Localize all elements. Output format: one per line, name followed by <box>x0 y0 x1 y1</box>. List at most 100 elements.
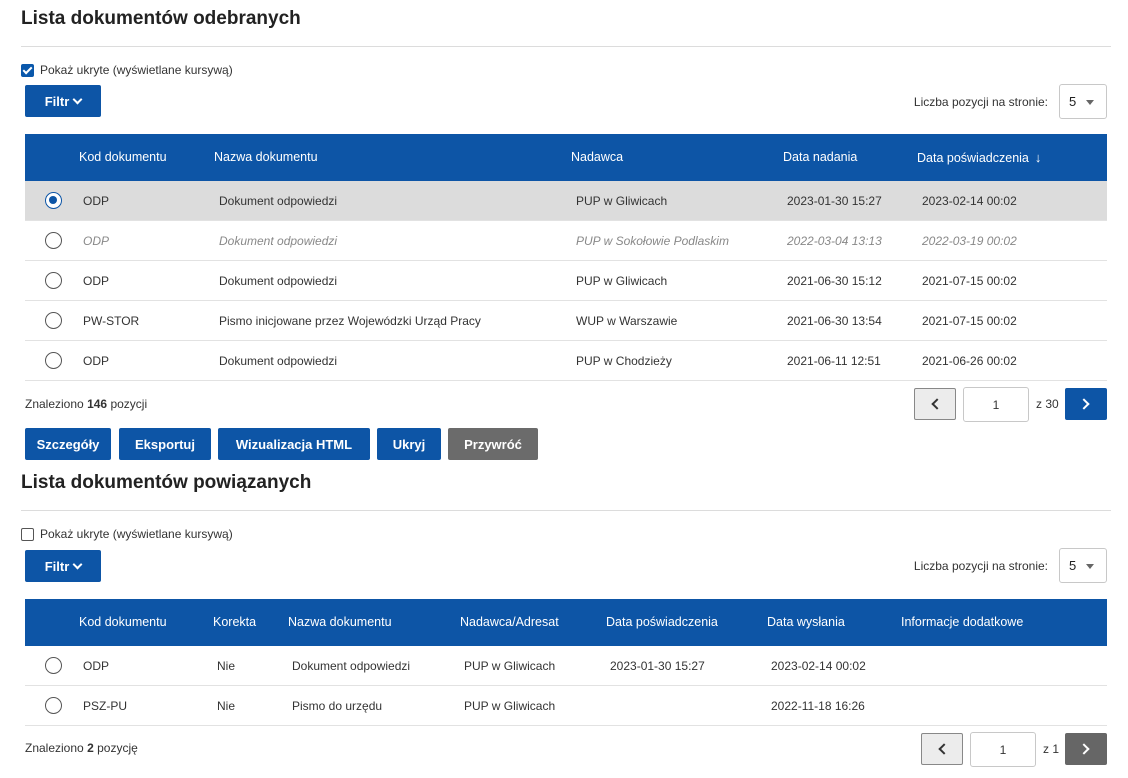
col-data-poswiadczenia-label: Data poświadczenia <box>917 151 1029 165</box>
related-page-total: z 1 <box>1043 742 1060 756</box>
cell-data-nadania: 2021-06-11 12:51 <box>787 354 881 368</box>
found-suffix: pozycję <box>97 741 138 755</box>
found-prefix: Znaleziono <box>25 741 84 755</box>
received-page-total: z 30 <box>1036 397 1059 411</box>
cell-nazwa: Dokument odpowiedzi <box>219 354 338 368</box>
cell-nazwa: Dokument odpowiedzi <box>219 234 338 248</box>
row-radio[interactable] <box>45 657 62 674</box>
row-radio[interactable] <box>45 697 62 714</box>
cell-data-nadania: 2022-03-04 13:13 <box>787 234 882 248</box>
cell-data-poswiadczenia: 2022-03-19 00:02 <box>922 234 1017 248</box>
chevron-right-icon <box>1078 743 1090 755</box>
received-show-hidden-checkbox[interactable] <box>21 63 34 77</box>
related-show-hidden-label: Pokaż ukryte (wyświetlane kursywą) <box>40 527 233 541</box>
related-per-page-select[interactable]: 5 <box>1059 548 1107 583</box>
cell-nadawca: WUP w Warszawie <box>576 314 678 328</box>
row-radio[interactable] <box>45 192 62 209</box>
cell-nadawca: PUP w Gliwicach <box>464 659 556 673</box>
received-page-input[interactable] <box>963 387 1029 422</box>
found-number: 2 <box>87 741 94 755</box>
cell-kod: ODP <box>83 194 110 208</box>
col-informacje[interactable]: Informacje dodatkowe <box>901 615 1023 629</box>
table-row[interactable]: ODP Dokument odpowiedzi PUP w Sokołowie … <box>25 221 1107 261</box>
col-nazwa[interactable]: Nazwa dokumentu <box>214 150 318 164</box>
col-data-poswiadczenia[interactable]: Data poświadczenia ↓ <box>917 150 1041 165</box>
col-data-nadania[interactable]: Data nadania <box>783 150 857 164</box>
cell-korekta: Nie <box>217 699 236 713</box>
row-radio[interactable] <box>45 352 62 369</box>
cell-data-nadania: 2023-01-30 15:27 <box>787 194 882 208</box>
received-next-page-button[interactable] <box>1065 388 1107 420</box>
received-filter-button[interactable]: Filtr <box>25 85 101 117</box>
chevron-left-icon <box>938 743 950 755</box>
table-row[interactable]: ODP Dokument odpowiedzi PUP w Gliwicach … <box>25 261 1107 301</box>
related-show-hidden[interactable]: Pokaż ukryte (wyświetlane kursywą) <box>21 527 233 541</box>
chevron-left-icon <box>931 398 943 410</box>
html-view-button[interactable]: Wizualizacja HTML <box>218 428 370 460</box>
received-table: Kod dokumentu Nazwa dokumentu Nadawca Da… <box>25 134 1107 381</box>
cell-data-poswiadczenia: 2021-07-15 00:02 <box>922 314 1017 328</box>
col-data-poswiadczenia[interactable]: Data poświadczenia <box>606 615 718 629</box>
cell-nadawca: PUP w Gliwicach <box>576 274 668 288</box>
cell-data-wyslania: 2022-11-18 16:26 <box>771 699 865 713</box>
cell-data-poswiadczenia: 2023-01-30 15:27 <box>610 659 705 673</box>
col-nadawca-adresat[interactable]: Nadawca/Adresat <box>460 615 559 629</box>
cell-kod: ODP <box>83 354 110 368</box>
cell-data-poswiadczenia: 2023-02-14 00:02 <box>922 194 1017 208</box>
table-row[interactable]: PSZ-PU Nie Pismo do urzędu PUP w Gliwica… <box>25 686 1107 726</box>
restore-button[interactable]: Przywróć <box>448 428 538 460</box>
received-show-hidden-label: Pokaż ukryte (wyświetlane kursywą) <box>40 63 233 77</box>
cell-nazwa: Dokument odpowiedzi <box>219 194 338 208</box>
table-row[interactable]: ODP Nie Dokument odpowiedzi PUP w Gliwic… <box>25 646 1107 686</box>
related-prev-page-button[interactable] <box>921 733 963 765</box>
col-nazwa[interactable]: Nazwa dokumentu <box>288 615 392 629</box>
col-kod[interactable]: Kod dokumentu <box>79 150 167 164</box>
cell-data-wyslania: 2023-02-14 00:02 <box>771 659 866 673</box>
details-button[interactable]: Szczegóły <box>25 428 111 460</box>
cell-data-poswiadczenia: 2021-06-26 00:02 <box>922 354 1017 368</box>
received-show-hidden[interactable]: Pokaż ukryte (wyświetlane kursywą) <box>21 63 233 77</box>
col-nadawca[interactable]: Nadawca <box>571 150 623 164</box>
table-row[interactable]: PW-STOR Pismo inicjowane przez Wojewódzk… <box>25 301 1107 341</box>
col-kod[interactable]: Kod dokumentu <box>79 615 167 629</box>
chevron-down-icon <box>72 94 83 104</box>
per-page-value: 5 <box>1069 558 1077 573</box>
related-table: Kod dokumentu Korekta Nazwa dokumentu Na… <box>25 599 1107 726</box>
col-data-wyslania[interactable]: Data wysłania <box>767 615 845 629</box>
row-radio[interactable] <box>45 312 62 329</box>
cell-kod: PW-STOR <box>83 314 140 328</box>
cell-data-nadania: 2021-06-30 15:12 <box>787 274 882 288</box>
received-per-page-select[interactable]: 5 <box>1059 84 1107 119</box>
found-prefix: Znaleziono <box>25 397 84 411</box>
table-row[interactable]: ODP Dokument odpowiedzi PUP w Gliwicach … <box>25 181 1107 221</box>
caret-down-icon <box>1086 100 1094 105</box>
hide-button[interactable]: Ukryj <box>377 428 441 460</box>
related-next-page-button[interactable] <box>1065 733 1107 765</box>
export-button[interactable]: Eksportuj <box>119 428 211 460</box>
related-page-input[interactable] <box>970 732 1036 767</box>
cell-nazwa: Pismo do urzędu <box>292 699 383 713</box>
cell-nadawca: PUP w Chodzieży <box>576 354 672 368</box>
row-radio[interactable] <box>45 232 62 249</box>
cell-nadawca: PUP w Gliwicach <box>464 699 556 713</box>
filter-label: Filtr <box>44 93 70 109</box>
related-filter-button[interactable]: Filtr <box>25 550 101 582</box>
cell-kod: ODP <box>83 274 110 288</box>
received-title: Lista dokumentów odebranych <box>21 8 301 29</box>
cell-nadawca: PUP w Sokołowie Podlaskim <box>576 234 729 248</box>
received-found-count: Znaleziono 146 pozycji <box>25 397 147 411</box>
row-radio[interactable] <box>45 272 62 289</box>
related-show-hidden-checkbox[interactable] <box>21 527 34 541</box>
received-table-header: Kod dokumentu Nazwa dokumentu Nadawca Da… <box>25 134 1107 181</box>
col-korekta[interactable]: Korekta <box>213 615 256 629</box>
filter-label: Filtr <box>44 558 70 574</box>
cell-nazwa: Pismo inicjowane przez Wojewódzki Urząd … <box>219 314 481 328</box>
cell-nadawca: PUP w Gliwicach <box>576 194 668 208</box>
received-per-page-label: Liczba pozycji na stronie: <box>913 95 1048 109</box>
related-found-count: Znaleziono 2 pozycję <box>25 741 138 755</box>
table-row[interactable]: ODP Dokument odpowiedzi PUP w Chodzieży … <box>25 341 1107 381</box>
related-title: Lista dokumentów powiązanych <box>21 472 312 493</box>
caret-down-icon <box>1086 564 1094 569</box>
cell-data-nadania: 2021-06-30 13:54 <box>787 314 882 328</box>
received-prev-page-button[interactable] <box>914 388 956 420</box>
